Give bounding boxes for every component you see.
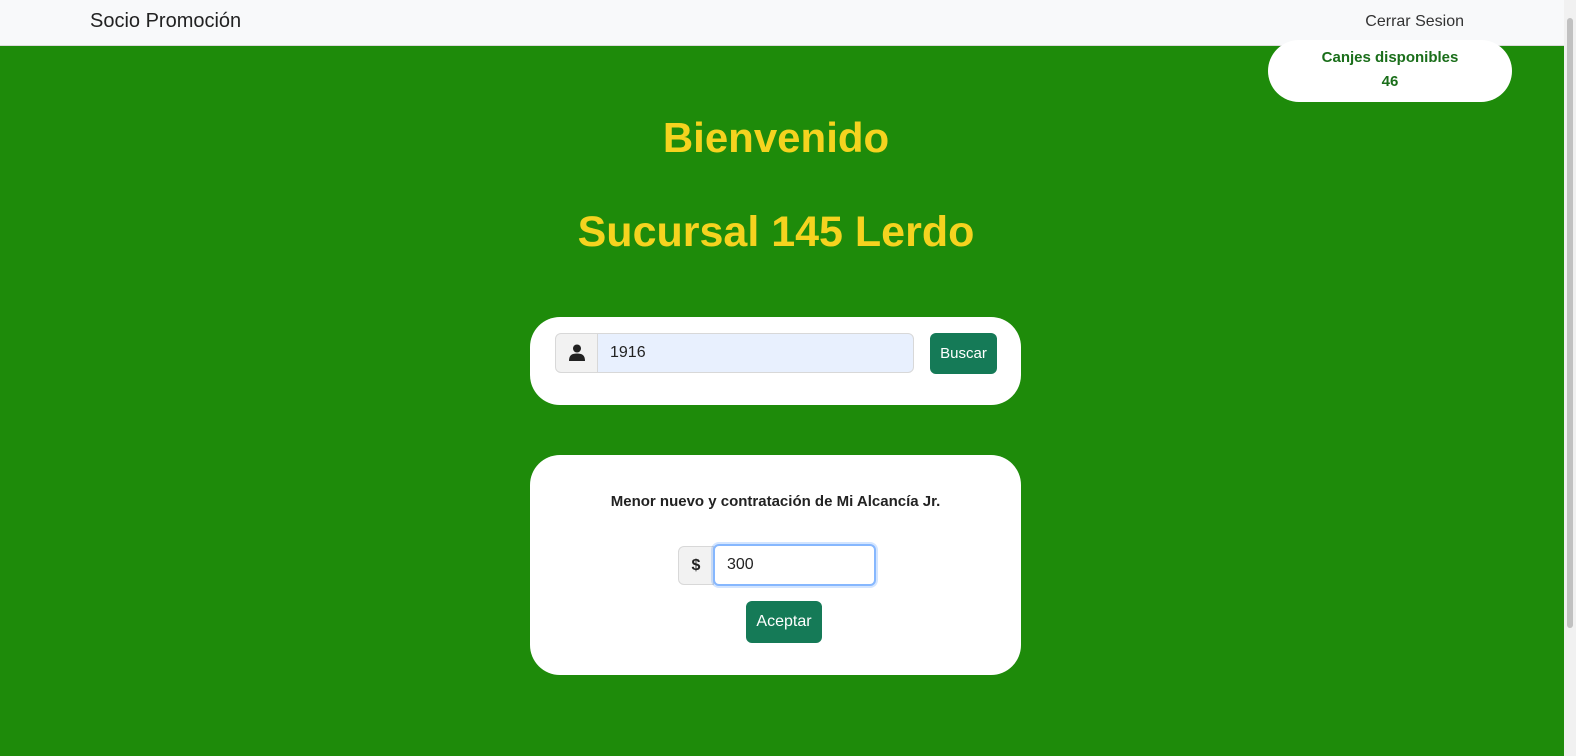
brand-link[interactable]: Socio Promoción: [90, 10, 241, 33]
user-icon: [569, 344, 585, 361]
canjes-available-badge: Canjes disponibles 46: [1268, 40, 1512, 102]
branch-heading: Sucursal 145 Lerdo: [577, 208, 975, 256]
promotion-title: Menor nuevo y contratación de Mi Alcancí…: [610, 493, 941, 510]
search-card: Buscar: [530, 317, 1021, 405]
canjes-label: Canjes disponibles: [1321, 49, 1459, 66]
user-addon: [555, 333, 598, 373]
scrollbar-thumb[interactable]: [1567, 18, 1573, 628]
logout-link[interactable]: Cerrar Sesion: [1365, 13, 1464, 31]
currency-addon: $: [678, 546, 714, 585]
accept-button[interactable]: Aceptar: [746, 601, 822, 643]
promotion-form-card: Menor nuevo y contratación de Mi Alcancí…: [530, 455, 1021, 675]
member-search-input[interactable]: [597, 333, 914, 373]
canjes-count: 46: [1381, 73, 1399, 90]
amount-input[interactable]: [713, 544, 876, 586]
welcome-heading: Bienvenido: [662, 114, 890, 161]
search-button[interactable]: Buscar: [930, 333, 997, 374]
vertical-scrollbar[interactable]: [1564, 0, 1576, 756]
